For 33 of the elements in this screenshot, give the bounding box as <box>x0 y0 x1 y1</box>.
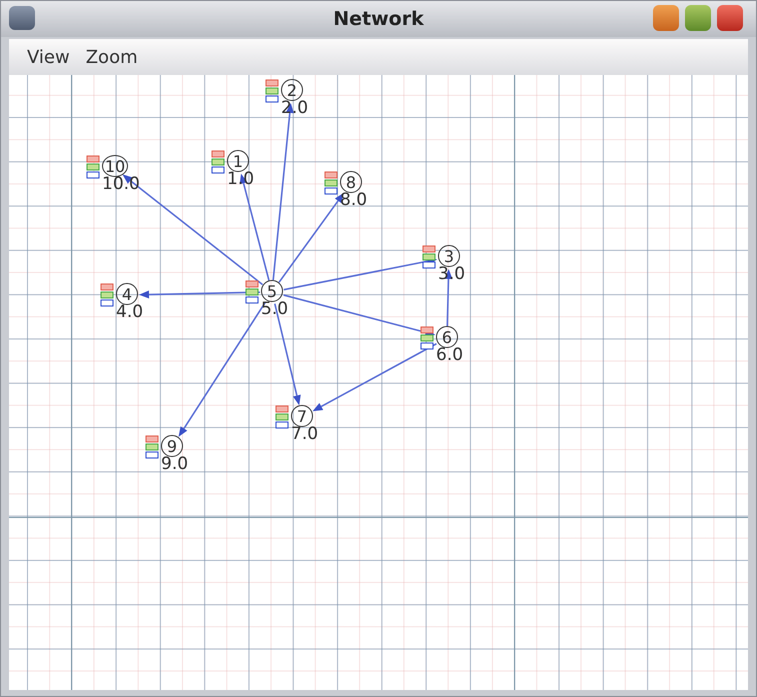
menu-item[interactable]: Zoom <box>86 46 138 68</box>
node-number[interactable]: 3 <box>438 245 460 267</box>
stack-icon <box>324 171 338 195</box>
stack-icon <box>211 150 225 174</box>
node-number[interactable]: 1 <box>227 150 249 172</box>
stack-icon <box>145 435 159 459</box>
node-value: 7.0 <box>291 424 318 444</box>
node-number[interactable]: 2 <box>281 79 303 101</box>
menu-item[interactable]: View <box>27 46 70 68</box>
stack-icon <box>422 245 436 269</box>
node-value: 4.0 <box>116 302 144 322</box>
node-number[interactable]: 6 <box>436 326 458 348</box>
node-value: 10.0 <box>102 174 140 194</box>
window-title: Network <box>333 8 424 30</box>
node-number[interactable]: 9 <box>161 435 183 457</box>
stack-icon <box>100 283 114 307</box>
minimize-button[interactable] <box>653 5 679 31</box>
node-number[interactable]: 8 <box>340 171 362 193</box>
stack-icon <box>265 79 279 103</box>
node-number[interactable]: 10 <box>102 155 128 177</box>
stack-icon <box>420 326 434 350</box>
node-number[interactable]: 4 <box>116 283 138 305</box>
window-menu-button[interactable] <box>9 6 35 30</box>
node-number[interactable]: 7 <box>291 405 313 427</box>
stack-icon <box>86 155 100 179</box>
stack-icon <box>245 280 259 304</box>
node-value: 9.0 <box>161 454 188 474</box>
node-number[interactable]: 5 <box>261 280 283 302</box>
close-button[interactable] <box>717 5 743 31</box>
stack-icon <box>275 405 289 429</box>
maximize-button[interactable] <box>685 5 711 31</box>
node-value: 8.0 <box>340 190 368 210</box>
node-value: 6.0 <box>436 345 464 365</box>
